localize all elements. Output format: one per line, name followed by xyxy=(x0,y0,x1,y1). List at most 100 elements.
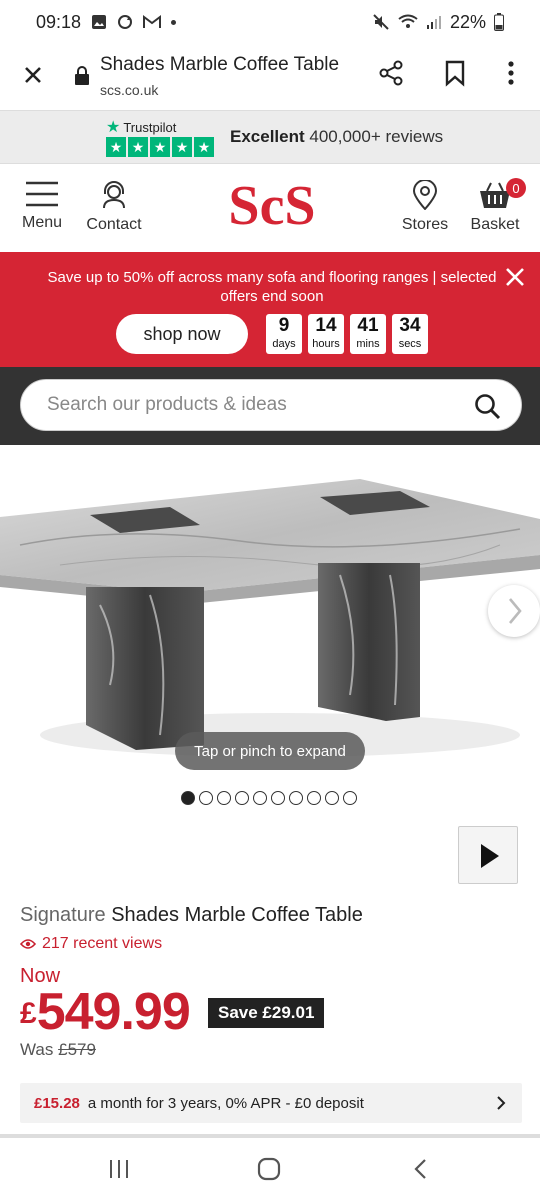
menu-label: Menu xyxy=(21,214,63,231)
stores-button[interactable]: Stores xyxy=(398,180,452,234)
search-placeholder: Search our products & ideas xyxy=(47,394,287,415)
close-icon[interactable] xyxy=(18,60,48,90)
star-icon: ★ xyxy=(172,137,192,157)
lock-icon xyxy=(75,66,89,85)
views-text: 217 recent views xyxy=(42,935,163,952)
gallery-dot[interactable] xyxy=(271,791,285,805)
countdown-unit: days xyxy=(272,338,296,350)
hamburger-icon xyxy=(26,181,58,207)
home-icon[interactable] xyxy=(256,1156,282,1182)
countdown-unit: secs xyxy=(398,338,422,350)
signal-icon xyxy=(426,16,441,29)
battery-percent: 22% xyxy=(449,11,486,32)
menu-button[interactable]: Menu xyxy=(20,180,64,232)
contact-button[interactable]: Contact xyxy=(82,180,146,234)
shop-now-button[interactable]: shop now xyxy=(116,314,248,354)
product-image-gallery[interactable]: Tap or pinch to expand xyxy=(0,445,540,815)
wifi-icon xyxy=(398,14,418,28)
share-icon[interactable] xyxy=(376,58,406,88)
search-icon[interactable] xyxy=(473,392,501,420)
search-input[interactable]: Search our products & ideas xyxy=(20,379,522,431)
next-image-button[interactable] xyxy=(488,585,540,637)
stores-label: Stores xyxy=(401,216,449,233)
star-icon: ★ xyxy=(194,137,214,157)
gallery-dot[interactable] xyxy=(253,791,267,805)
countdown-days: 9 days xyxy=(266,314,302,354)
product-brand: Signature xyxy=(20,904,106,926)
product-name: Shades Marble Coffee Table xyxy=(111,904,363,926)
location-pin-icon xyxy=(412,180,438,210)
countdown-mins: 41 mins xyxy=(350,314,386,354)
gallery-dot[interactable] xyxy=(343,791,357,805)
gallery-dot[interactable] xyxy=(217,791,231,805)
gallery-dot[interactable] xyxy=(307,791,321,805)
scs-logo[interactable]: ScS xyxy=(214,176,330,236)
gallery-dot[interactable] xyxy=(289,791,303,805)
basket-count: 0 xyxy=(512,180,520,196)
close-icon[interactable] xyxy=(504,266,526,288)
gallery-pagination[interactable] xyxy=(181,791,357,805)
basket-label: Basket xyxy=(470,216,520,233)
was-amount: £579 xyxy=(58,1040,96,1059)
gallery-dot[interactable] xyxy=(199,791,213,805)
gallery-dot[interactable] xyxy=(235,791,249,805)
countdown-value: 14 xyxy=(315,315,337,336)
recent-apps-icon[interactable] xyxy=(106,1156,132,1182)
product-title: Signature Shades Marble Coffee Table xyxy=(20,904,363,927)
eye-icon xyxy=(20,939,36,949)
promo-text: Save up to 50% off across many sofa and … xyxy=(47,269,497,305)
trustpilot-stars: ★ ★ ★ ★ ★ xyxy=(106,137,214,157)
recent-views: 217 recent views xyxy=(20,935,162,953)
finance-amount: £15.28 xyxy=(34,1094,80,1112)
countdown-value: 41 xyxy=(357,315,379,336)
bookmark-icon[interactable] xyxy=(440,58,470,88)
play-video-button[interactable] xyxy=(458,826,518,884)
trustpilot-brand: Trustpilot xyxy=(123,119,177,135)
trustpilot-logo: ★ Trustpilot xyxy=(106,117,176,137)
countdown-hours: 14 hours xyxy=(308,314,344,354)
headset-icon xyxy=(103,181,125,209)
promo-banner: Save up to 50% off across many sofa and … xyxy=(0,252,540,367)
status-time: 09:18 xyxy=(36,11,82,32)
notification-dot xyxy=(171,19,177,25)
countdown-value: 9 xyxy=(278,315,290,336)
trustpilot-summary: Excellent 400,000+ reviews xyxy=(230,127,443,147)
search-bar-area: Search our products & ideas xyxy=(0,367,540,445)
was-label: Was xyxy=(20,1040,54,1059)
price-amount: 549.99 xyxy=(36,983,191,1041)
site-header: Menu Contact ScS Stores Basket 0 xyxy=(0,164,540,250)
play-icon xyxy=(481,844,499,868)
was-price: Was £579 xyxy=(20,1040,96,1060)
countdown-value: 34 xyxy=(399,315,421,336)
basket-count-badge: 0 xyxy=(506,178,526,198)
product-image[interactable] xyxy=(0,445,540,775)
gallery-dot[interactable] xyxy=(325,791,339,805)
star-icon: ★ xyxy=(150,137,170,157)
chevron-right-icon xyxy=(497,1096,506,1110)
sync-icon xyxy=(118,15,133,29)
current-price: £549.99 xyxy=(20,982,191,1042)
mute-icon xyxy=(373,14,389,30)
countdown-secs: 34 secs xyxy=(392,314,428,354)
battery-icon xyxy=(494,13,504,31)
trustpilot-banner[interactable]: ★ Trustpilot ★ ★ ★ ★ ★ Excellent 400,000… xyxy=(0,110,540,164)
trustpilot-star-icon: ★ xyxy=(106,119,121,136)
gallery-icon xyxy=(92,15,107,29)
browser-toolbar: Shades Marble Coffee Table scs.co.uk xyxy=(0,44,540,110)
page-title: Shades Marble Coffee Table xyxy=(100,54,340,75)
gallery-dot[interactable] xyxy=(181,791,195,805)
back-icon[interactable] xyxy=(408,1156,434,1182)
chevron-right-icon xyxy=(509,598,522,624)
page-url[interactable]: scs.co.uk xyxy=(100,82,158,98)
more-options-icon[interactable] xyxy=(496,58,526,88)
contact-label: Contact xyxy=(86,216,142,233)
countdown-unit: mins xyxy=(356,338,380,350)
save-badge: Save £29.01 xyxy=(208,998,325,1028)
finance-option[interactable]: £15.28 a month for 3 years, 0% APR - £0 … xyxy=(20,1083,522,1123)
system-nav-bar xyxy=(0,1138,540,1200)
currency-symbol: £ xyxy=(20,997,37,1030)
star-icon: ★ xyxy=(128,137,148,157)
status-bar: 09:18 22% xyxy=(0,0,540,44)
gmail-icon xyxy=(143,15,162,28)
tap-to-expand-hint: Tap or pinch to expand xyxy=(175,732,365,770)
